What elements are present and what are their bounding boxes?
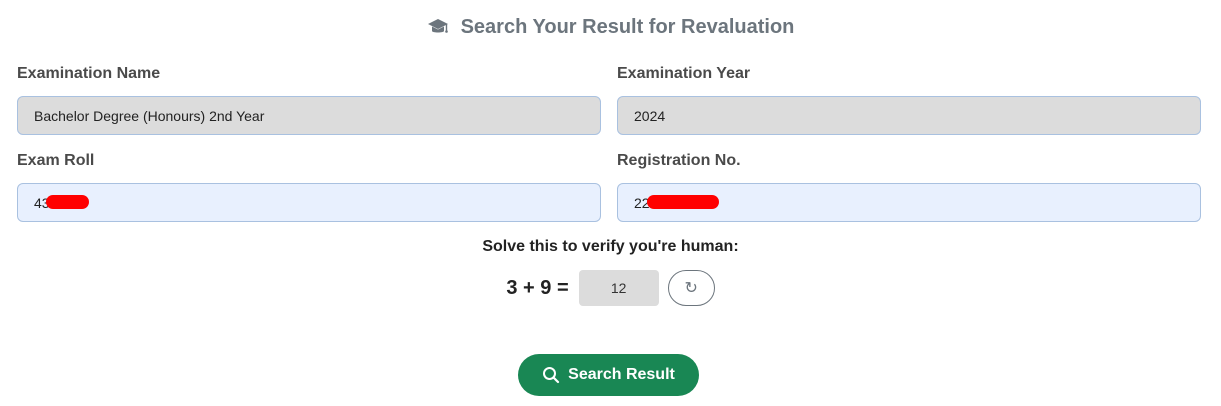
exam-name-label: Examination Name	[17, 65, 161, 82]
graduation-cap-icon	[427, 17, 449, 37]
exam-year-label: Examination Year	[617, 65, 751, 82]
exam-year-field[interactable]	[617, 96, 1201, 135]
refresh-captcha-button[interactable]: ↻	[667, 270, 715, 306]
search-button-label: Search Result	[568, 366, 675, 383]
exam-year-group: Examination Year	[617, 64, 1201, 135]
captcha-question: 3 + 9 =	[506, 276, 569, 299]
exam-roll-input[interactable]	[17, 183, 601, 222]
refresh-icon: ↻	[684, 280, 698, 297]
registration-no-group: Registration No.	[617, 151, 1201, 222]
exam-name-field[interactable]	[17, 96, 601, 135]
page-title: Search Your Result for Revaluation	[460, 15, 795, 38]
search-icon	[542, 366, 560, 384]
captcha-answer-input[interactable]	[578, 270, 659, 306]
redaction-mark	[46, 195, 89, 209]
search-result-button[interactable]: Search Result	[518, 354, 699, 396]
exam-roll-label: Exam Roll	[17, 152, 95, 169]
registration-no-label: Registration No.	[617, 152, 741, 169]
page-header: Search Your Result for Revaluation	[0, 12, 1221, 42]
captcha-prompt: Solve this to verify you're human:	[482, 238, 739, 255]
redaction-mark	[647, 195, 719, 209]
exam-name-group: Examination Name	[17, 64, 601, 135]
exam-roll-group: Exam Roll	[17, 151, 601, 222]
captcha-row: 3 + 9 = ↻	[0, 268, 1221, 308]
